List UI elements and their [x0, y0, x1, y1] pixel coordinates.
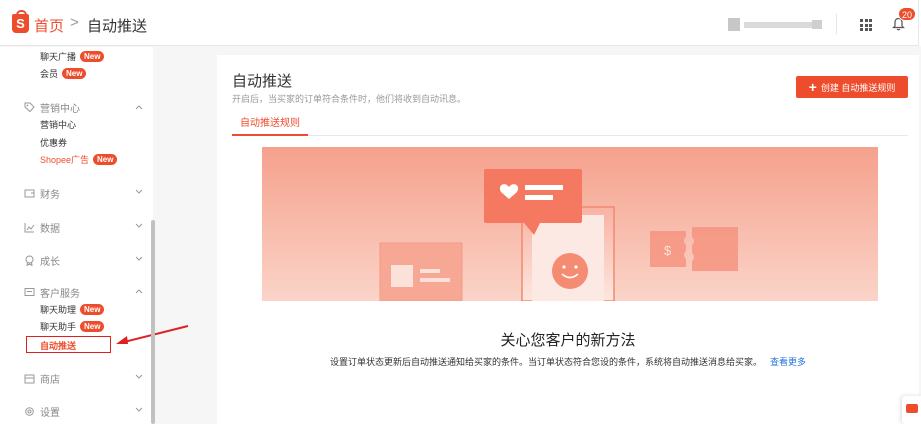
sidebar-item-label: Shopee广告 — [40, 155, 90, 165]
sidebar-group-marketing[interactable]: 营销中心 — [24, 100, 80, 115]
new-badge: New — [80, 321, 105, 332]
chevron-down-icon[interactable] — [134, 222, 144, 230]
new-badge: New — [93, 154, 118, 165]
wallet-icon — [24, 189, 35, 198]
sidebar-item-chat-assistant[interactable]: 聊天助理 New — [40, 303, 105, 316]
sidebar-group-growth[interactable]: 成长 — [24, 253, 60, 268]
breadcrumb-home[interactable]: 首页 — [34, 15, 64, 36]
new-badge: New — [62, 68, 87, 79]
empty-state-illustration: $ — [262, 147, 878, 301]
page-title: 自动推送 — [232, 73, 293, 90]
sidebar-group-label: 营销中心 — [40, 104, 80, 115]
empty-state-description: 设置订单状态更新后自动推送通知给买家的条件。当订单状态符合您设的条件，系统将自动… — [217, 355, 919, 368]
sidebar-item-marketing-center[interactable]: 营销中心 — [40, 118, 76, 131]
page-subtitle: 开启后，当买家的订单符合条件时，他们将收到自动讯息。 — [232, 94, 467, 104]
chevron-down-icon[interactable] — [134, 373, 144, 381]
sidebar-item-auto-push[interactable]: 自动推送 — [26, 336, 111, 353]
gear-icon — [25, 407, 34, 416]
apps-grid-icon[interactable] — [860, 19, 872, 31]
plus-icon: + — [808, 79, 817, 95]
sidebar-group-label: 客户服务 — [40, 289, 80, 300]
chart-icon — [24, 223, 35, 233]
sidebar-scrollbar[interactable] — [151, 220, 155, 424]
sidebar-group-shop[interactable]: 商店 — [24, 371, 60, 386]
learn-more-link[interactable]: 查看更多 — [770, 357, 806, 367]
sidebar-item-label: 聊天广播 — [40, 52, 77, 62]
sidebar-item-membership[interactable]: 会员 New — [40, 67, 87, 80]
medal-icon — [25, 255, 34, 266]
tabs-divider — [232, 135, 908, 136]
create-button-label: 创建 自动推送规则 — [820, 82, 896, 93]
account-name-blurred[interactable] — [728, 18, 826, 31]
new-badge: New — [80, 304, 105, 315]
sidebar-item-chat-broadcast[interactable]: 聊天广播 New — [40, 50, 105, 63]
chevron-down-icon[interactable] — [134, 188, 144, 196]
shopee-logo-icon[interactable]: S — [12, 10, 29, 33]
chevron-up-icon[interactable] — [134, 287, 144, 295]
shop-icon — [24, 374, 35, 384]
top-bar: S 首页 > 自动推送 20 — [0, 0, 921, 46]
sidebar-group-label: 数据 — [40, 224, 60, 235]
tag-icon — [24, 102, 35, 113]
new-badge: New — [80, 51, 105, 62]
illustration-currency: $ — [664, 243, 672, 258]
sidebar-item-label: 会员 — [40, 69, 59, 79]
sidebar-group-settings[interactable]: 设置 — [24, 404, 60, 419]
sidebar-item-label: 聊天助理 — [40, 305, 77, 315]
divider — [836, 14, 837, 34]
sidebar-group-label: 成长 — [40, 257, 60, 268]
sidebar-group-data[interactable]: 数据 — [24, 220, 60, 235]
tab-auto-push-rules[interactable]: 自动推送规则 — [232, 111, 308, 136]
sidebar-group-label: 商店 — [40, 375, 60, 386]
chevron-down-icon[interactable] — [134, 406, 144, 414]
sidebar-item-chat-helper[interactable]: 聊天助手 New — [40, 320, 105, 333]
chat-box-icon — [24, 288, 35, 296]
empty-state-title: 关心您客户的新方法 — [500, 332, 636, 349]
sidebar-group-finance[interactable]: 财务 — [24, 186, 60, 201]
sidebar-group-label: 设置 — [40, 408, 60, 419]
sidebar-item-shopee-ads[interactable]: Shopee广告 New — [40, 153, 118, 166]
sidebar-item-vouchers[interactable]: 优惠券 — [40, 136, 67, 149]
main-card: 自动推送 开启后，当买家的订单符合条件时，他们将收到自动讯息。 + 创建 自动推… — [217, 55, 919, 424]
sidebar-group-customer-service[interactable]: 客户服务 — [24, 285, 80, 300]
notification-badge: 20 — [898, 7, 917, 21]
chat-icon — [906, 404, 918, 413]
create-auto-push-rule-button[interactable]: + 创建 自动推送规则 — [796, 76, 908, 98]
sidebar-group-label: 财务 — [40, 190, 60, 201]
breadcrumb-separator: > — [70, 14, 79, 31]
chat-float-button[interactable] — [902, 396, 921, 424]
sidebar-item-label: 聊天助手 — [40, 322, 77, 332]
description-text: 设置订单状态更新后自动推送通知给买家的条件。当订单状态符合您设的条件，系统将自动… — [329, 357, 762, 367]
breadcrumb-current: 自动推送 — [87, 18, 148, 35]
chevron-down-icon[interactable] — [134, 255, 144, 263]
chevron-up-icon[interactable] — [134, 103, 144, 111]
